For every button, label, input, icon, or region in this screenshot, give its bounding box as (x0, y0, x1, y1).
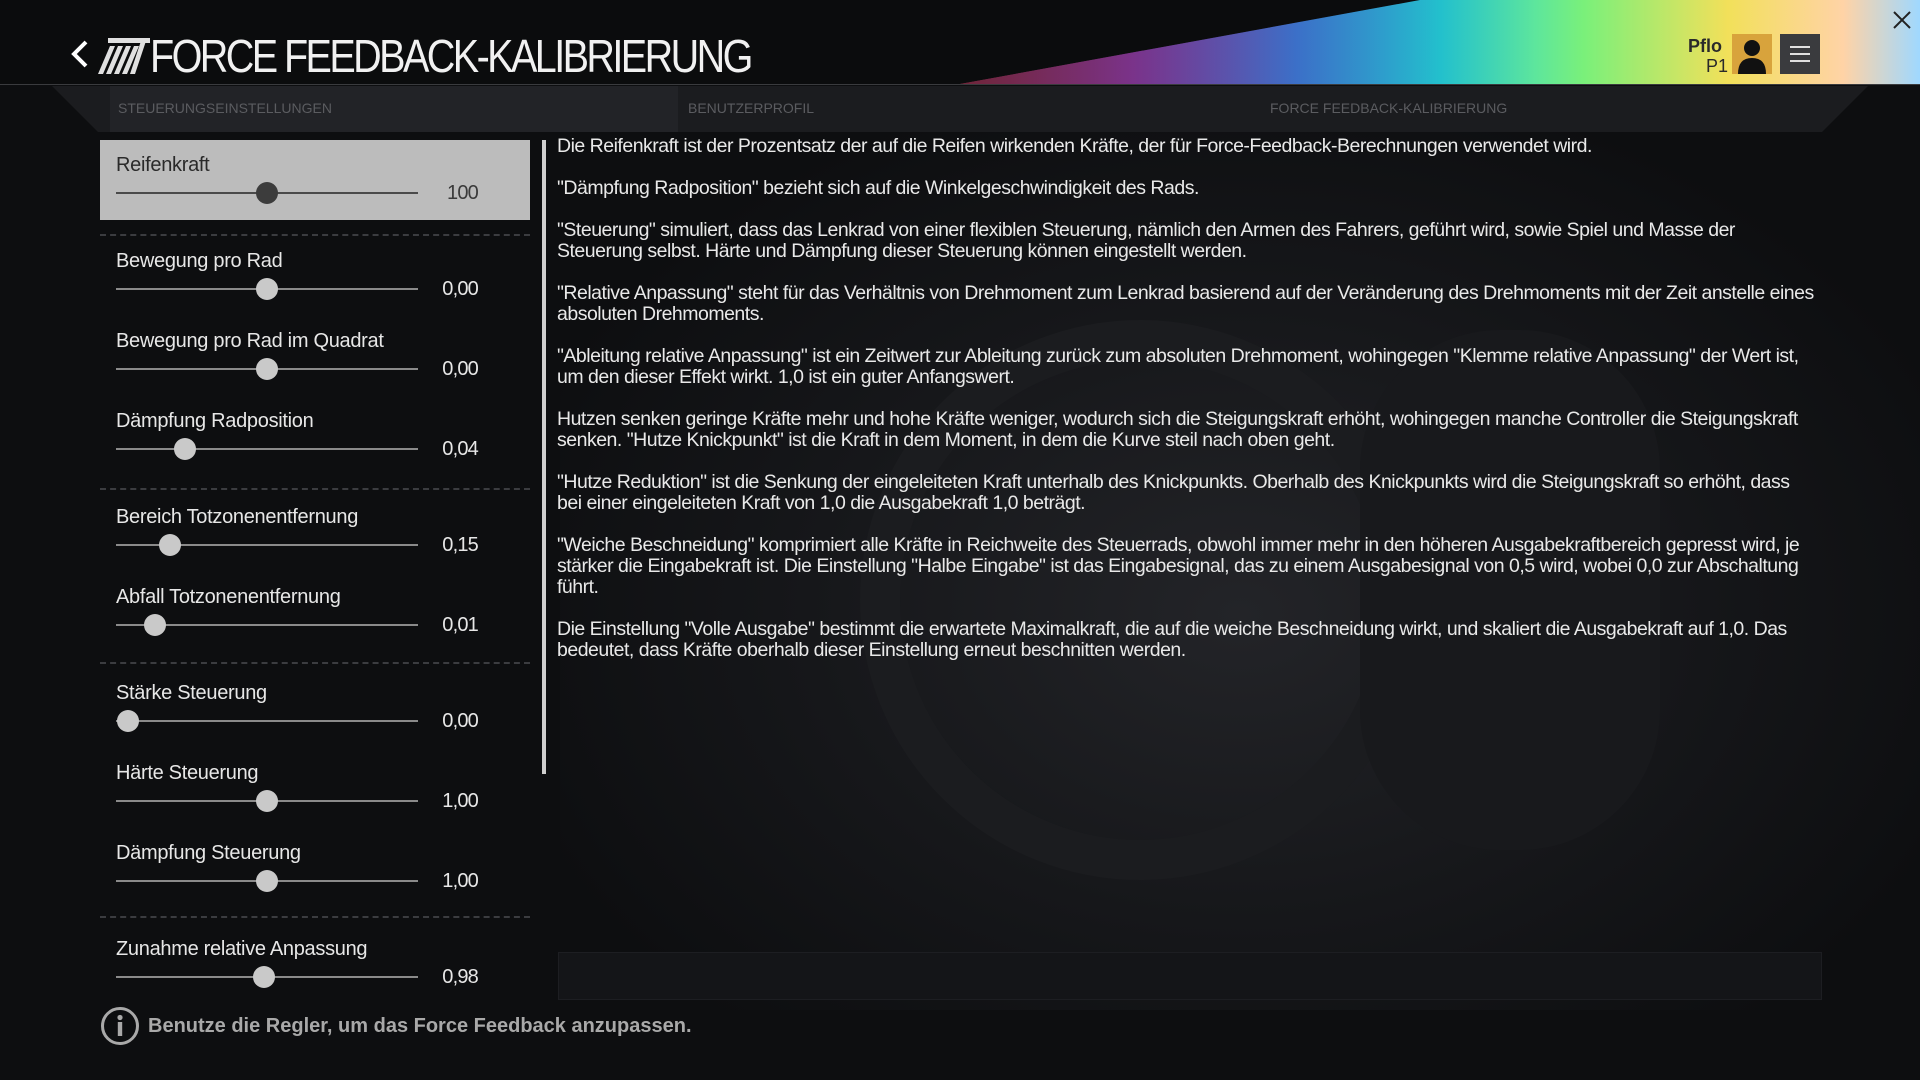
divider (100, 488, 530, 490)
scrollbar[interactable] (542, 140, 546, 774)
slider-label: Dämpfung Steuerung (116, 842, 301, 864)
slider-row[interactable]: Bewegung pro Rad 0,00 (100, 236, 530, 316)
slider-label: Härte Steuerung (116, 762, 259, 784)
slider-value: 1,00 (442, 790, 479, 812)
description-paragraph: Die Einstellung "Volle Ausgabe" bestimmt… (557, 618, 1787, 661)
slider-list: Reifenkraft 100 Bewegung pro Rad 0,00 Be… (100, 140, 530, 998)
slider-knob[interactable] (174, 438, 197, 460)
slider-label: Dämpfung Radposition (116, 410, 314, 432)
description-paragraph: "Steuerung" simuliert, dass das Lenkrad … (557, 219, 1735, 262)
slider-knob[interactable] (159, 534, 182, 556)
slider-knob[interactable] (256, 358, 278, 380)
description-paragraph: "Weiche Beschneidung" komprimiert alle K… (557, 534, 1800, 598)
avatar[interactable] (1732, 34, 1772, 74)
description-panel: Die Reifenkraft ist der Prozentsatz der … (557, 136, 1817, 682)
user-name: Pflo (1688, 36, 1722, 56)
slider-label: Bewegung pro Rad im Quadrat (116, 330, 384, 352)
divider (100, 662, 530, 664)
description-paragraph: "Hutze Reduktion" ist die Senkung der ei… (557, 471, 1790, 514)
close-icon[interactable] (1890, 8, 1914, 32)
tab-steuerungseinstellungen[interactable]: STEUERUNGSEINSTELLUNGEN (118, 100, 332, 116)
slider-row[interactable]: Stärke Steuerung 0,00 (100, 668, 530, 748)
slider-row[interactable]: Härte Steuerung 1,00 (100, 748, 530, 828)
slider-label: Zunahme relative Anpassung (116, 938, 368, 960)
tab-benutzerprofil[interactable]: BENUTZERPROFIL (688, 100, 814, 116)
slider-knob[interactable] (256, 870, 278, 892)
hamburger-icon (1790, 46, 1810, 62)
slider-knob[interactable] (256, 790, 278, 812)
slider-knob[interactable] (256, 182, 278, 204)
slider-label: Bewegung pro Rad (116, 250, 283, 272)
user-silhouette-icon (1738, 40, 1766, 74)
slider-label: Bereich Totzonenentfernung (116, 506, 359, 528)
description-paragraph: "Ableitung relative Anpassung" ist ein Z… (557, 345, 1799, 388)
chevron-left-icon[interactable] (64, 36, 96, 72)
footer-hint: Benutze die Regler, um das Force Feedbac… (148, 1015, 692, 1037)
slider-value: 100 (447, 182, 479, 204)
slider-track[interactable] (116, 448, 418, 450)
slider-track[interactable] (116, 720, 418, 722)
slider-value: 1,00 (442, 870, 479, 892)
slider-value: 0,00 (442, 710, 479, 732)
slider-label: Abfall Totzonenentfernung (116, 586, 341, 608)
slider-row[interactable]: Abfall Totzonenentfernung 0,01 (100, 572, 530, 652)
slider-knob[interactable] (256, 278, 278, 300)
description-paragraph: "Relative Anpassung" steht für das Verhä… (557, 282, 1814, 325)
slider-value: 0,01 (442, 614, 479, 636)
slider-value: 0,15 (442, 534, 479, 556)
slider-value: 0,98 (442, 966, 479, 988)
slider-value: 0,00 (442, 278, 479, 300)
slider-knob[interactable] (252, 966, 275, 988)
description-paragraph: Die Reifenkraft ist der Prozentsatz der … (557, 135, 1592, 157)
description-paragraph: Hutzen senken geringe Kräfte mehr und ho… (557, 408, 1798, 451)
slider-label: Reifenkraft (116, 154, 210, 176)
slider-row[interactable]: Bewegung pro Rad im Quadrat 0,00 (100, 316, 530, 396)
slider-row[interactable]: Bereich Totzonenentfernung 0,15 (100, 492, 530, 572)
slider-value: 0,04 (442, 438, 479, 460)
header-rainbow-shade (960, 0, 1920, 84)
menu-button[interactable] (1780, 34, 1820, 74)
slider-row[interactable]: Reifenkraft 100 (100, 140, 530, 220)
slider-row[interactable]: Dämpfung Steuerung 1,00 (100, 828, 530, 908)
divider (100, 916, 530, 918)
slider-row[interactable]: Dämpfung Radposition 0,04 (100, 396, 530, 476)
stripes-logo (98, 38, 150, 74)
info-icon (101, 1007, 139, 1045)
slider-value: 0,00 (442, 358, 479, 380)
slider-knob[interactable] (144, 614, 167, 636)
page-title: FORCE FEEDBACK-KALIBRIERUNG (150, 30, 753, 82)
slider-knob[interactable] (117, 710, 140, 732)
slider-row[interactable]: Zunahme relative Anpassung 0,98 (100, 924, 530, 1004)
background-button-strip (558, 952, 1822, 1000)
header-bar: FORCE FEEDBACK-KALIBRIERUNG Pflo P1 (0, 0, 1920, 85)
user-position: P1 (1706, 56, 1729, 76)
slider-label: Stärke Steuerung (116, 682, 267, 704)
tab-force-feedback[interactable]: FORCE FEEDBACK-KALIBRIERUNG (1270, 100, 1507, 116)
description-paragraph: "Dämpfung Radposition" bezieht sich auf … (557, 177, 1199, 199)
